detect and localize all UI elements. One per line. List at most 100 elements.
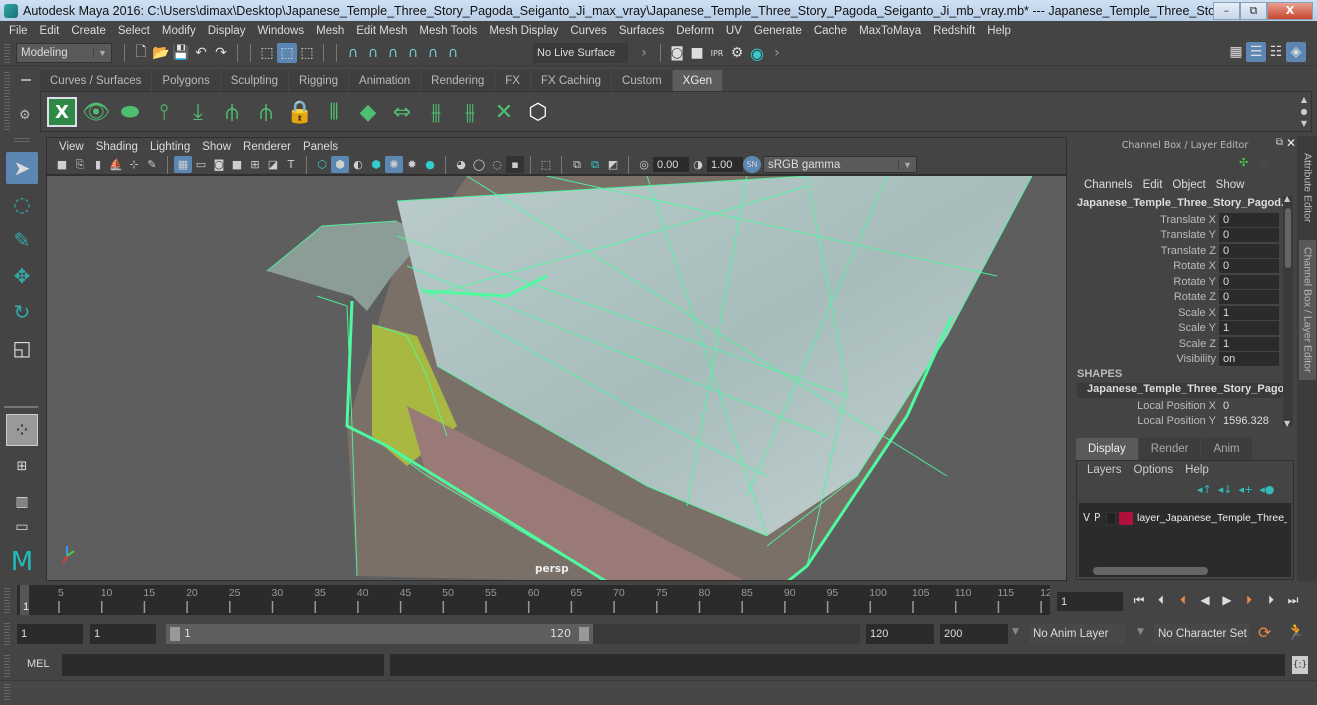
select-hierarchy-icon[interactable]: ⬚ <box>257 43 277 63</box>
anim-layer-chevron-icon[interactable]: ▼ <box>1012 627 1019 637</box>
shelf-scroll[interactable]: ▲ ● ▼ <box>1299 94 1309 130</box>
attribute-editor-toggle-icon[interactable]: ☰ <box>1246 42 1266 62</box>
channel-scale-z[interactable]: Scale Z1 <box>1073 336 1283 351</box>
shelf-tab-sculpting[interactable]: Sculpting <box>220 70 290 91</box>
persp-outliner-layout-icon[interactable]: ▥ <box>6 486 38 518</box>
restore-button[interactable]: ⧉ <box>1240 1 1267 20</box>
use-default-material-icon[interactable]: ◐ <box>349 156 367 173</box>
go-to-start-icon[interactable]: ⏮ <box>1128 590 1150 610</box>
split-guide-icon[interactable]: ⫴ <box>319 97 349 127</box>
cb-menu-show[interactable]: Show <box>1211 179 1250 191</box>
end-time-field[interactable]: 200 <box>940 624 1008 644</box>
play-backwards-icon[interactable]: ◀ <box>1194 590 1216 610</box>
step-back-frame-icon[interactable]: ⏴ <box>1150 590 1172 610</box>
menu-windows[interactable]: Windows <box>251 25 310 37</box>
range-start-handle[interactable] <box>170 627 180 641</box>
playback-start-field[interactable]: 1 <box>90 624 156 644</box>
new-scene-icon[interactable]: 🗋 <box>131 43 151 63</box>
move-layer-down-icon[interactable]: ◂↓ <box>1218 483 1233 496</box>
menuset-dropdown[interactable]: Modeling ▼ <box>16 43 112 63</box>
select-tool-icon[interactable]: ➤ <box>6 152 38 184</box>
screen-space-ao-icon[interactable]: ◕ <box>452 156 470 173</box>
shape-name[interactable]: Japanese_Temple_Three_Story_Pago... <box>1077 383 1293 398</box>
menu-maxtomaya[interactable]: MaxToMaya <box>853 25 927 37</box>
grease-pencil-icon[interactable]: ✎ <box>143 156 161 173</box>
attribute-editor-tab[interactable]: Attribute Editor <box>1299 140 1316 236</box>
menu-mesh-display[interactable]: Mesh Display <box>483 25 564 37</box>
isolate-select-icon[interactable]: ⬚ <box>537 156 555 173</box>
vp-menu-show[interactable]: Show <box>196 141 237 153</box>
channel-local-position-x[interactable]: Local Position X0 <box>1073 398 1283 413</box>
menu-help[interactable]: Help <box>981 25 1017 37</box>
guide-layer-icon[interactable]: ◆ <box>353 97 383 127</box>
script-editor-icon[interactable]: {;} <box>1292 656 1308 674</box>
move-guide-icon[interactable]: ⇔ <box>387 97 417 127</box>
layer-visibility-toggle[interactable]: V <box>1083 512 1094 524</box>
select-guides-icon[interactable]: ⫵ <box>421 97 451 127</box>
shelf-tab-fx[interactable]: FX <box>495 70 531 91</box>
undo-icon[interactable]: ↶ <box>191 43 211 63</box>
layer-color-swatch[interactable] <box>1119 511 1133 525</box>
exposure-field[interactable]: 0.00 <box>653 157 689 172</box>
scroll-down-icon[interactable]: ▼ <box>1284 419 1290 428</box>
camera-select-icon[interactable]: ■ <box>53 156 71 173</box>
xgen-interactive-grooming-icon[interactable]: ⬡ <box>523 97 553 127</box>
save-scene-icon[interactable]: 💾 <box>171 43 191 63</box>
collapse-arrow-icon[interactable]: › <box>634 43 654 63</box>
scrollbar-thumb[interactable] <box>1285 208 1291 268</box>
xgen-hide-icon[interactable]: ⬬ <box>115 97 145 127</box>
menu-surfaces[interactable]: Surfaces <box>613 25 670 37</box>
motion-blur-icon[interactable]: ◯ <box>470 156 488 173</box>
start-time-field[interactable]: 1 <box>17 624 83 644</box>
channel-translate-y[interactable]: Translate Y0 <box>1073 227 1283 242</box>
shelf-tab-animation[interactable]: Animation <box>349 70 422 91</box>
float-panel-icon[interactable]: ⧉ <box>1276 137 1283 148</box>
cmdline-grip[interactable] <box>4 655 10 677</box>
snap-grid-icon[interactable]: ∩ <box>343 43 363 63</box>
cb-menu-channels[interactable]: Channels <box>1079 179 1138 191</box>
layer-menu-help[interactable]: Help <box>1179 464 1215 476</box>
live-surface-field[interactable]: No Live Surface <box>533 43 628 63</box>
snap-point-icon[interactable]: ∩ <box>383 43 403 63</box>
safe-title-icon[interactable]: T <box>282 156 300 173</box>
xgen-editor-icon[interactable]: X <box>47 97 77 127</box>
textured-icon[interactable]: ✺ <box>385 156 403 173</box>
delete-guide-icon[interactable]: ✕ <box>489 97 519 127</box>
timeline-grip[interactable] <box>4 588 10 614</box>
bookmark-icon[interactable]: ▮ <box>89 156 107 173</box>
time-slider[interactable]: 1 5 10 15 20 25 30 35 40 45 50 55 60 65 70 75 80 85 90 95 10… <box>17 585 1052 615</box>
perspective-viewport[interactable]: persp <box>46 175 1067 581</box>
gamma-field[interactable]: 1.00 <box>707 157 743 172</box>
open-scene-icon[interactable]: 📂 <box>151 43 171 63</box>
gamma-icon[interactable]: ◑ <box>689 156 707 173</box>
four-view-layout-icon[interactable]: ⊞ <box>6 450 38 482</box>
scrollbar-thumb[interactable] <box>1093 567 1208 575</box>
auto-key-icon[interactable]: ⟳ <box>1258 623 1271 642</box>
range-slider[interactable]: 1 120 <box>166 624 593 644</box>
snap-surface-icon[interactable]: ∩ <box>443 43 463 63</box>
menu-mesh[interactable]: Mesh <box>310 25 350 37</box>
grid-icon[interactable]: ▦ <box>174 156 192 173</box>
channel-translate-x[interactable]: Translate X0 <box>1073 212 1283 227</box>
menu-curves[interactable]: Curves <box>564 25 612 37</box>
color-management-toggle-icon[interactable]: SN <box>743 156 761 173</box>
shelf-tab-xgen[interactable]: XGen <box>672 70 724 91</box>
lock-guide-icon[interactable]: 🔒 <box>285 97 315 127</box>
vp-menu-lighting[interactable]: Lighting <box>144 141 196 153</box>
object-name[interactable]: Japanese_Temple_Three_Story_Pagod... <box>1077 197 1290 209</box>
shelf-tab-polygons[interactable]: Polygons <box>152 70 221 91</box>
shelf-menu-icon[interactable] <box>21 79 31 81</box>
layer-tab-anim[interactable]: Anim <box>1201 438 1252 460</box>
status-line-grip[interactable] <box>4 44 10 63</box>
command-input[interactable] <box>62 654 384 676</box>
shadows-icon[interactable]: ● <box>421 156 439 173</box>
ipr-render-icon[interactable]: IPR <box>707 43 727 63</box>
script-language-toggle[interactable]: MEL <box>27 658 50 670</box>
menu-cache[interactable]: Cache <box>808 25 853 37</box>
animation-preferences-icon[interactable]: 🏃 <box>1286 622 1306 641</box>
layer-tab-render[interactable]: Render <box>1138 438 1201 460</box>
hypershade-icon[interactable]: ◉ <box>747 43 767 63</box>
channel-box-layer-editor-tab[interactable]: Channel Box / Layer Editor <box>1299 240 1316 380</box>
character-set-chevron-icon[interactable]: ▼ <box>1137 627 1144 637</box>
paint-select-tool-icon[interactable]: ✎ <box>6 224 38 256</box>
